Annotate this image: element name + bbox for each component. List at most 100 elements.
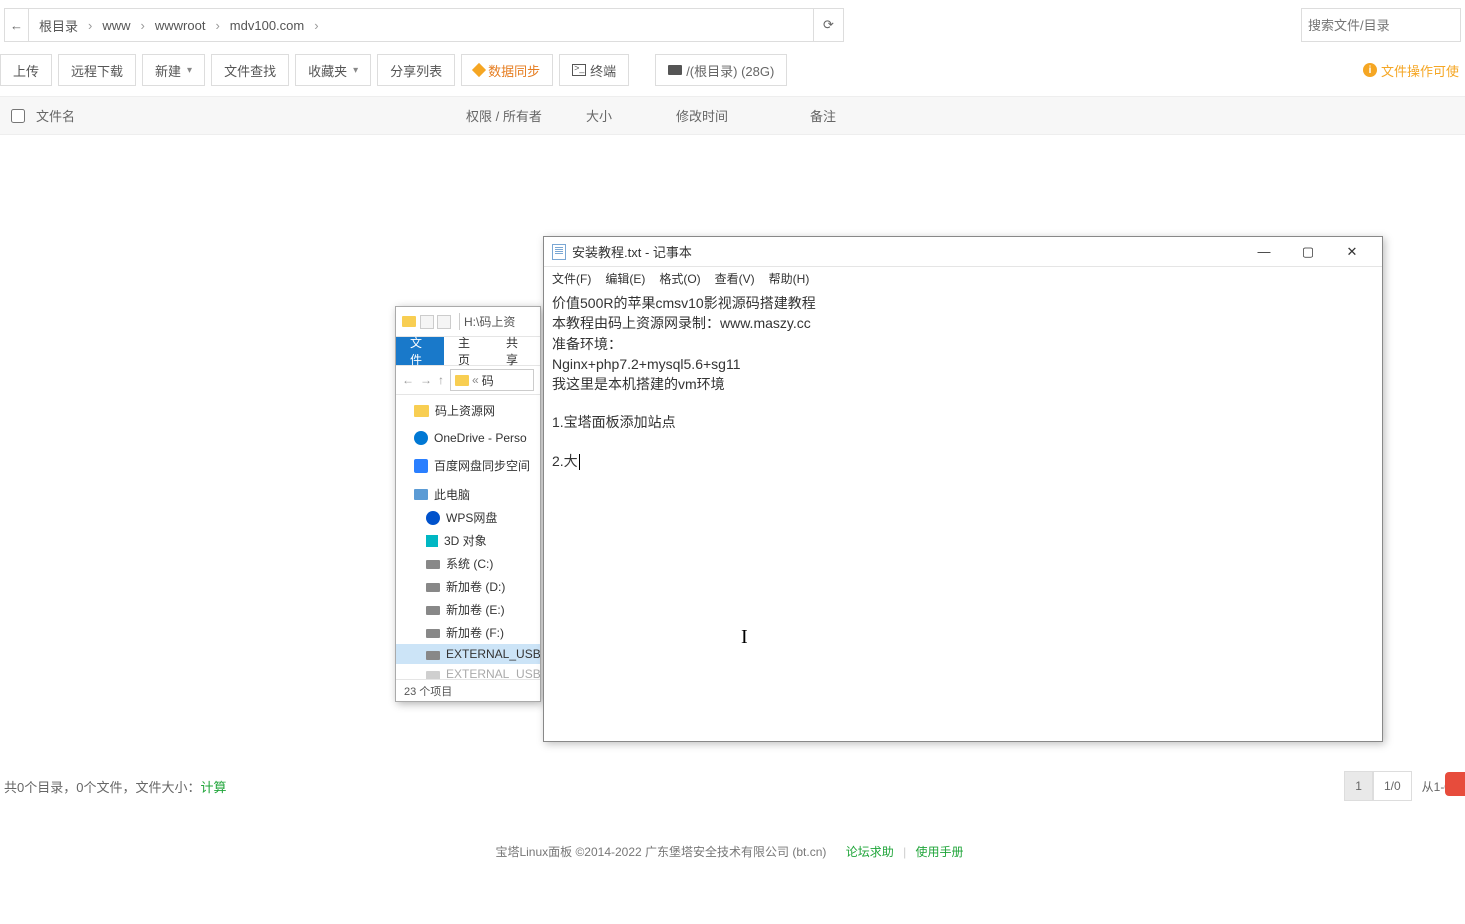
diamond-icon <box>472 63 486 77</box>
folder-icon <box>402 316 416 327</box>
tree-item-3d[interactable]: 3D 对象 <box>396 529 540 552</box>
search-input-wrapper[interactable] <box>1301 8 1461 42</box>
onedrive-icon <box>414 431 428 445</box>
menu-edit[interactable]: 编辑(E) <box>605 270 645 287</box>
disk-icon <box>668 65 682 75</box>
nav-forward-icon[interactable]: → <box>420 373 432 387</box>
qat-button[interactable] <box>437 315 451 329</box>
tree-item-thispc[interactable]: 此电脑 <box>396 483 540 506</box>
menu-view[interactable]: 查看(V) <box>715 270 755 287</box>
breadcrumb: ← 根目录 › www › wwwroot › mdv100.com › ⟳ <box>4 8 844 42</box>
notepad-icon <box>552 244 566 260</box>
tab-home[interactable]: 主页 <box>444 337 492 365</box>
text-line: 价值500R的苹果cmsv10影视源码搭建教程 <box>552 293 1374 313</box>
tab-file[interactable]: 文件 <box>396 337 444 365</box>
menu-help[interactable]: 帮助(H) <box>769 270 810 287</box>
baidu-icon <box>414 459 428 473</box>
notepad-menubar: 文件(F) 编辑(E) 格式(O) 查看(V) 帮助(H) <box>544 267 1382 289</box>
explorer-title-path: H:\码上资 <box>459 313 515 330</box>
manual-link[interactable]: 使用手册 <box>916 845 964 859</box>
explorer-window[interactable]: H:\码上资 文件 主页 共享 ← → ↑ « 码 码上资源网 OneDrive… <box>395 306 541 702</box>
refresh-button[interactable]: ⟳ <box>813 8 843 42</box>
tree-item-folder[interactable]: 码上资源网 <box>396 399 540 422</box>
tree-item-drive-f[interactable]: 新加卷 (F:) <box>396 621 540 644</box>
menu-format[interactable]: 格式(O) <box>659 270 700 287</box>
close-button[interactable]: ✕ <box>1330 238 1374 266</box>
drive-icon <box>426 629 440 638</box>
menu-file[interactable]: 文件(F) <box>552 270 591 287</box>
new-button[interactable]: 新建▾ <box>142 54 205 86</box>
text-line: 我这里是本机搭建的vm环境 <box>552 374 1374 394</box>
terminal-button[interactable]: 终端 <box>559 54 629 86</box>
back-button[interactable]: ← <box>5 8 29 42</box>
select-all-checkbox[interactable] <box>11 109 25 123</box>
share-list-button[interactable]: 分享列表 <box>377 54 455 86</box>
file-find-button[interactable]: 文件查找 <box>211 54 289 86</box>
tree-item-drive-e[interactable]: 新加卷 (E:) <box>396 598 540 621</box>
calc-size-link[interactable]: 计算 <box>200 777 226 796</box>
tree-item-wps[interactable]: WPS网盘 <box>396 506 540 529</box>
3d-icon <box>426 535 438 547</box>
breadcrumb-seg-wwwroot[interactable]: wwwroot <box>145 18 216 33</box>
tree-item-onedrive[interactable]: OneDrive - Perso <box>396 428 540 448</box>
col-size[interactable]: 大小 <box>586 106 676 125</box>
summary-bar: 共0个目录，0个文件，文件大小： 计算 1 1/0 从1-0 <box>0 763 1465 809</box>
summary-text: 共0个目录，0个文件，文件大小： <box>4 777 200 796</box>
remote-download-button[interactable]: 远程下载 <box>58 54 136 86</box>
page-of: 1/0 <box>1373 771 1412 801</box>
drive-icon <box>426 583 440 592</box>
notepad-title: 安装教程.txt - 记事本 <box>572 242 692 261</box>
folder-icon <box>414 405 429 417</box>
breadcrumb-seg-www[interactable]: www <box>92 18 140 33</box>
breadcrumb-seg-root[interactable]: 根目录 <box>29 16 88 35</box>
explorer-titlebar[interactable]: H:\码上资 <box>396 307 540 337</box>
tree-item-drive-c[interactable]: 系统 (C:) <box>396 552 540 575</box>
col-mtime[interactable]: 修改时间 <box>676 106 806 125</box>
tree-item-baidu[interactable]: 百度网盘同步空间 <box>396 454 540 477</box>
forum-link[interactable]: 论坛求助 <box>846 845 894 859</box>
quick-access-toolbar <box>420 315 451 329</box>
tree-item-drive-d[interactable]: 新加卷 (D:) <box>396 575 540 598</box>
explorer-status-bar: 23 个项目 <box>396 679 540 701</box>
search-input[interactable] <box>1308 18 1454 33</box>
text-line: 1.宝塔面板添加站点 <box>552 412 1374 432</box>
folder-icon <box>455 375 469 386</box>
drive-icon <box>426 560 440 569</box>
explorer-address-bar[interactable]: « 码 <box>450 369 534 391</box>
upload-button[interactable]: 上传 <box>0 54 52 86</box>
explorer-tree: 码上资源网 OneDrive - Perso 百度网盘同步空间 此电脑 WPS网… <box>396 395 540 688</box>
nav-back-icon[interactable]: ← <box>402 373 414 387</box>
nav-up-icon[interactable]: ↑ <box>438 373 444 387</box>
text-line: 本教程由码上资源网录制：www.maszy.cc <box>552 313 1374 333</box>
notepad-content[interactable]: 价值500R的苹果cmsv10影视源码搭建教程 本教程由码上资源网录制：www.… <box>544 289 1382 475</box>
qat-button[interactable] <box>420 315 434 329</box>
tab-share[interactable]: 共享 <box>492 337 540 365</box>
drive-icon <box>426 606 440 615</box>
notepad-window[interactable]: 安装教程.txt - 记事本 — ▢ ✕ 文件(F) 编辑(E) 格式(O) 查… <box>543 236 1383 742</box>
col-filename[interactable]: 文件名 <box>36 106 466 125</box>
chevron-down-icon: ▾ <box>353 65 358 76</box>
drive-icon <box>426 651 440 660</box>
pager: 1 1/0 从1-0 <box>1344 771 1461 801</box>
notepad-titlebar[interactable]: 安装教程.txt - 记事本 — ▢ ✕ <box>544 237 1382 267</box>
favorites-button[interactable]: 收藏夹▾ <box>295 54 371 86</box>
maximize-button[interactable]: ▢ <box>1286 238 1330 266</box>
ibeam-cursor-icon: I <box>741 626 748 649</box>
explorer-ribbon-tabs: 文件 主页 共享 <box>396 337 540 365</box>
text-cursor-icon <box>579 454 580 470</box>
copyright: 宝塔Linux面板 ©2014-2022 广东堡塔安全技术有限公司 (bt.cn… <box>0 843 1465 860</box>
data-sync-button[interactable]: 数据同步 <box>461 54 553 86</box>
breadcrumb-seg-domain[interactable]: mdv100.com <box>220 18 314 33</box>
text-line: 准备环境： <box>552 334 1374 354</box>
wps-icon <box>426 511 440 525</box>
text-line: 2.大 <box>552 451 1374 471</box>
corner-badge-icon[interactable] <box>1445 772 1465 796</box>
col-permission[interactable]: 权限 / 所有者 <box>466 106 586 125</box>
disk-selector[interactable]: /(根目录) (28G) <box>655 54 787 86</box>
explorer-nav: ← → ↑ « 码 <box>396 365 540 395</box>
toolbar: 上传 远程下载 新建▾ 文件查找 收藏夹▾ 分享列表 数据同步 终端 /(根目录… <box>0 44 1465 97</box>
minimize-button[interactable]: — <box>1242 238 1286 266</box>
page-current[interactable]: 1 <box>1344 771 1373 801</box>
tree-item-external-usb[interactable]: EXTERNAL_USB <box>396 644 540 664</box>
pc-icon <box>414 489 428 500</box>
